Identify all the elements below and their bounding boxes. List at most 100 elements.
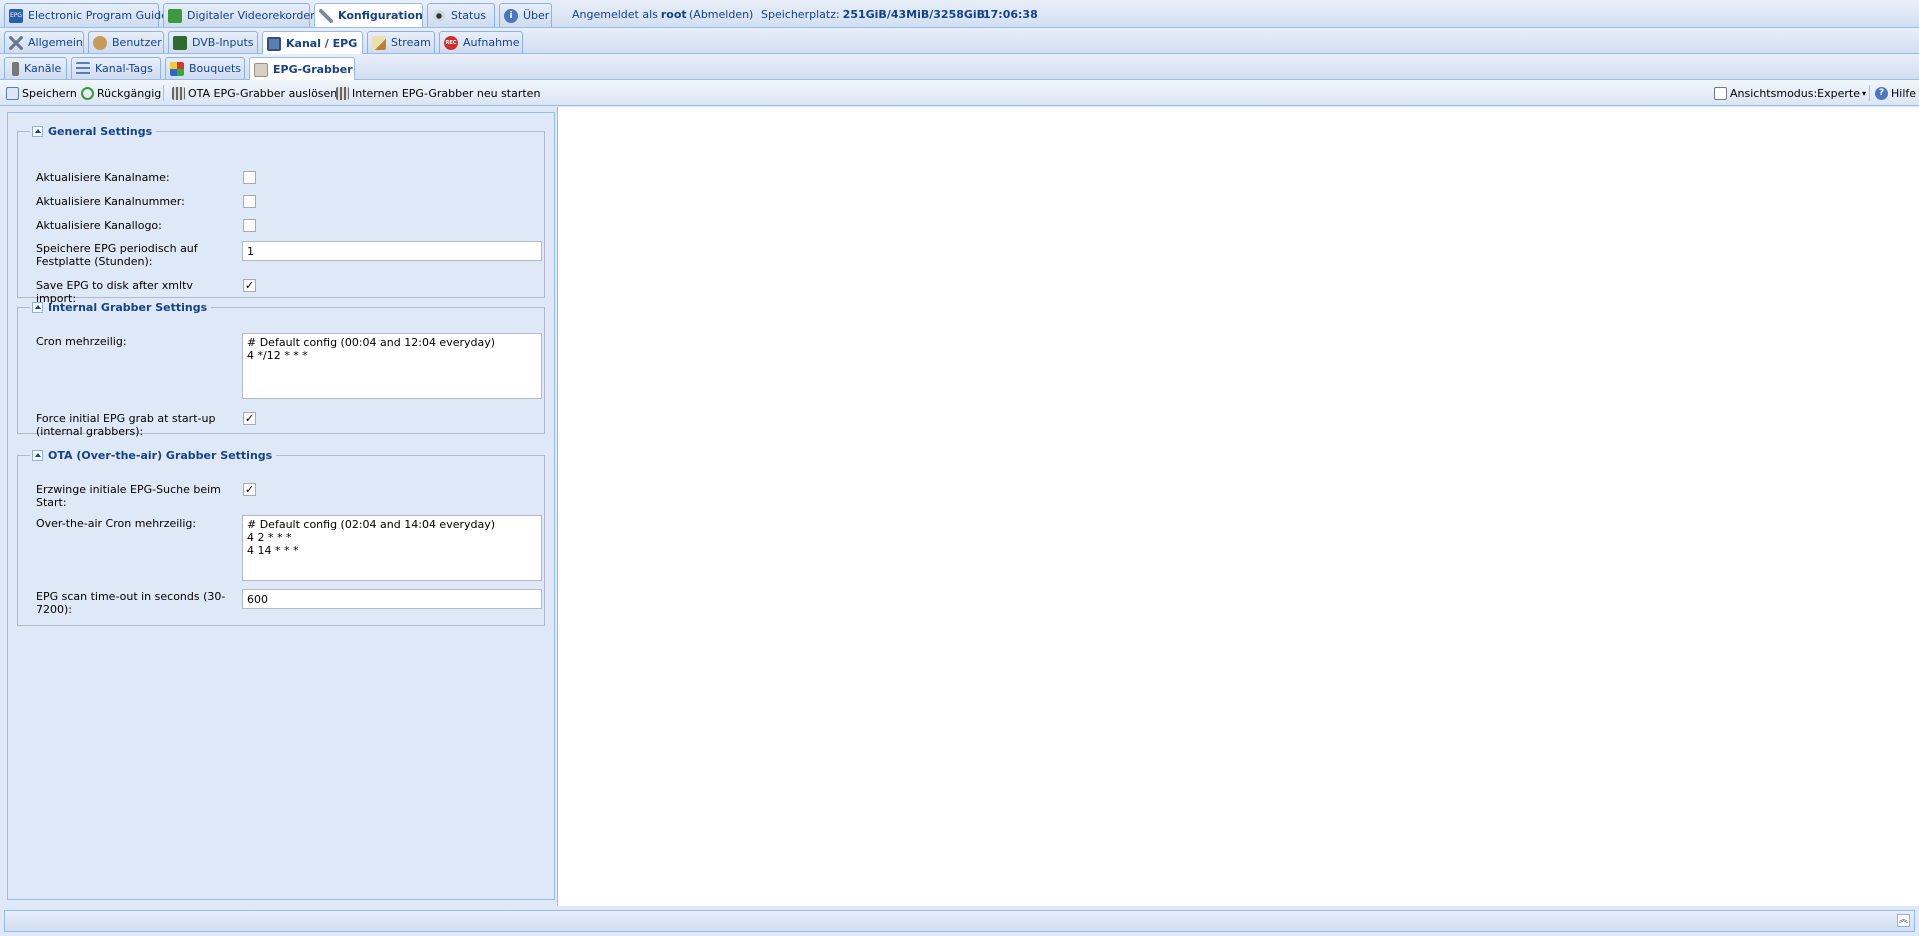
- help-icon: ?: [1875, 86, 1888, 100]
- logged-in-prefix: Angemeldet als: [572, 7, 658, 21]
- logout-link[interactable]: (Abmelden): [689, 0, 753, 28]
- force-initial-grab-checkbox[interactable]: ✓: [243, 412, 256, 425]
- ota-force-scan-checkbox[interactable]: ✓: [243, 483, 256, 496]
- tab-general[interactable]: Allgemein: [4, 31, 84, 53]
- restart-internal-label: Internen EPG-Grabber neu starten: [352, 86, 541, 100]
- view-mode-label: Ansichtsmodus:Experte: [1730, 86, 1860, 100]
- tab-label: Aufnahme: [463, 36, 520, 49]
- tab-label: DVB-Inputs: [192, 36, 254, 49]
- cron-textarea[interactable]: # Default config (00:04 and 12:04 everyd…: [242, 333, 542, 399]
- clock: 17:06:38: [983, 7, 1038, 21]
- remote-icon: [12, 61, 19, 76]
- save-icon: [6, 86, 19, 100]
- content-area: [557, 107, 1919, 906]
- save-epg-period-input[interactable]: [242, 241, 542, 261]
- update-channel-logo-checkbox[interactable]: [243, 219, 256, 232]
- update-channel-number-label: Aktualisiere Kanalnummer:: [36, 195, 185, 208]
- toolbar: Speichern Rückgängig OTA EPG-Grabber aus…: [0, 80, 1919, 106]
- tab-label: Kanal-Tags: [95, 62, 153, 75]
- grid-icon: [170, 61, 184, 76]
- tab-label: EPG-Grabber: [273, 63, 353, 76]
- update-channel-number-checkbox[interactable]: [243, 195, 256, 208]
- cron-label: Cron mehrzeilig:: [36, 335, 127, 348]
- channel-tab-bar: Kanäle Kanal-Tags Bouquets EPG-Grabber: [0, 54, 1919, 81]
- collapse-icon[interactable]: [32, 126, 43, 137]
- save-label: Speichern: [22, 86, 77, 100]
- epg-scan-timeout-label: EPG scan time-out in seconds (30-7200):: [36, 590, 226, 616]
- undo-button[interactable]: Rückgängig: [81, 84, 161, 102]
- ota-cron-label: Over-the-air Cron mehrzeilig:: [36, 517, 197, 530]
- tab-digital-video-recorder[interactable]: Digitaler Videorekorder: [163, 3, 315, 27]
- info-icon: i: [504, 8, 518, 23]
- tab-electronic-program-guide[interactable]: EPG Electronic Program Guide: [4, 3, 168, 27]
- epg-icon: EPG: [9, 8, 23, 23]
- config-tab-bar: Allgemein Benutzer DVB-Inputs Kanal / EP…: [0, 28, 1919, 55]
- tab-bouquets[interactable]: Bouquets: [165, 57, 245, 79]
- update-channel-name-checkbox[interactable]: [243, 171, 256, 184]
- download-icon: [168, 8, 182, 23]
- update-channel-logo-label: Aktualisiere Kanallogo:: [36, 219, 162, 232]
- ota-trigger-label: OTA EPG-Grabber auslösen: [188, 86, 338, 100]
- ota-force-scan-label: Erzwinge initiale EPG-Suche beim Start:: [36, 483, 221, 509]
- help-button[interactable]: ? Hilfe: [1875, 84, 1916, 102]
- tab-about[interactable]: i Über: [499, 3, 552, 27]
- view-mode-dropdown[interactable]: Ansichtsmodus:Experte ▾: [1714, 84, 1866, 102]
- building-icon: [336, 86, 349, 100]
- collapse-icon[interactable]: [32, 450, 43, 461]
- logged-in-info: Angemeldet als root: [572, 0, 687, 28]
- tab-configuration[interactable]: Konfiguration: [314, 3, 423, 27]
- eye-icon: [432, 8, 446, 23]
- internal-grabber-fieldset: Internal Grabber Settings Cron mehrzeili…: [17, 301, 545, 438]
- epg-scan-timeout-input[interactable]: [242, 589, 542, 609]
- tab-stream[interactable]: Stream: [367, 31, 435, 53]
- general-settings-title: General Settings: [48, 125, 153, 138]
- tab-recording[interactable]: REC Aufnahme: [439, 31, 523, 53]
- tab-label: Über: [523, 9, 550, 22]
- ota-grabber-title: OTA (Over-the-air) Grabber Settings: [48, 449, 273, 462]
- storage-value: 251GiB/43MiB/3258GiB: [842, 7, 986, 21]
- tab-label: Digitaler Videorekorder: [187, 9, 315, 22]
- toolbar-separator: [163, 85, 164, 101]
- tab-channels[interactable]: Kanäle: [4, 57, 67, 79]
- tab-epg-grabber[interactable]: EPG-Grabber: [249, 57, 355, 81]
- logged-in-user: root: [660, 7, 687, 21]
- status-bar: ︽: [4, 910, 1915, 932]
- force-initial-grab-label: Force initial EPG grab at start-up (inte…: [36, 412, 216, 438]
- rec-icon: REC: [444, 35, 458, 50]
- tab-label: Konfiguration: [338, 9, 423, 22]
- tab-channel-tags[interactable]: Kanal-Tags: [71, 57, 161, 79]
- tab-dvb-inputs[interactable]: DVB-Inputs: [168, 31, 258, 53]
- update-channel-name-label: Aktualisiere Kanalname:: [36, 171, 170, 184]
- collapse-icon[interactable]: [32, 302, 43, 313]
- general-settings-legend: General Settings: [30, 125, 156, 138]
- chevron-down-icon: ▾: [1862, 88, 1867, 98]
- undo-label: Rückgängig: [97, 86, 162, 100]
- tab-users[interactable]: Benutzer: [88, 31, 164, 53]
- wrench-icon: [319, 8, 333, 23]
- tools-icon: [9, 35, 23, 50]
- internal-grabber-legend: Internal Grabber Settings: [30, 301, 211, 314]
- tab-label: Bouquets: [189, 62, 242, 75]
- grabber-icon: [254, 62, 268, 77]
- ota-trigger-button[interactable]: OTA EPG-Grabber auslösen: [172, 84, 337, 102]
- users-icon: [93, 35, 107, 50]
- expand-up-icon[interactable]: ︽: [1897, 914, 1910, 927]
- save-after-xmltv-checkbox[interactable]: ✓: [243, 279, 256, 292]
- save-button[interactable]: Speichern: [6, 84, 77, 102]
- general-settings-fieldset: General Settings Aktualisiere Kanalname:…: [17, 125, 545, 305]
- main-tab-bar: EPG Electronic Program Guide Digitaler V…: [0, 0, 1919, 28]
- save-epg-period-label: Speichere EPG periodisch auf Festplatte …: [36, 242, 198, 268]
- tab-label: Allgemein: [28, 36, 83, 49]
- card-icon: [173, 35, 187, 50]
- tab-label: Status: [451, 9, 487, 22]
- toolbar-separator: [1869, 85, 1870, 101]
- restart-internal-grabber-button[interactable]: Internen EPG-Grabber neu starten: [336, 84, 540, 102]
- storage-info: Speicherplatz: 251GiB/43MiB/3258GiB: [761, 0, 985, 28]
- tab-channel-epg[interactable]: Kanal / EPG: [262, 31, 363, 55]
- tv-icon: [267, 36, 281, 51]
- building-icon: [172, 86, 185, 100]
- tab-status[interactable]: Status: [427, 3, 495, 27]
- edit-icon: [372, 35, 386, 50]
- help-label: Hilfe: [1891, 86, 1917, 100]
- ota-cron-textarea[interactable]: # Default config (02:04 and 14:04 everyd…: [242, 515, 542, 581]
